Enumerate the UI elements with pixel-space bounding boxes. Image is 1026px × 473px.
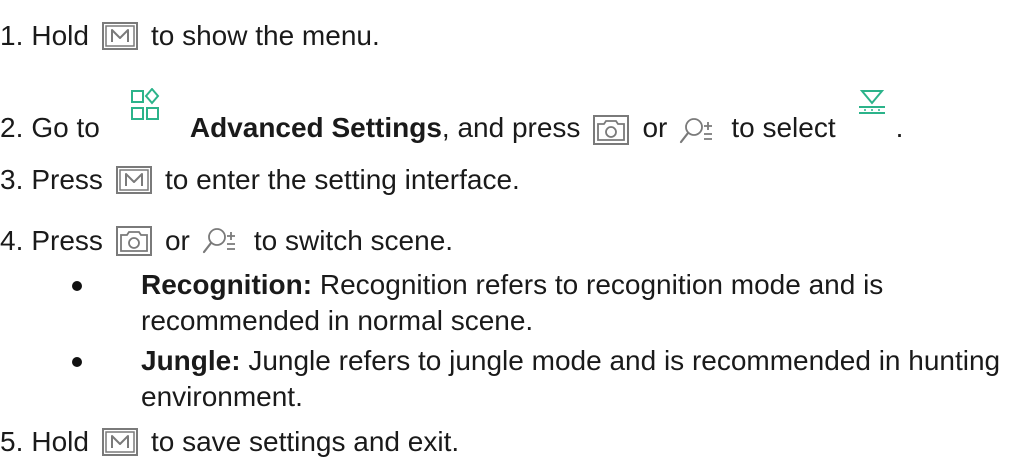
step-4: 4. Press or to switch scene. <box>0 223 453 259</box>
step-text: Press <box>31 225 103 256</box>
bullet-text: Jungle: Jungle refers to jungle mode and… <box>141 343 1011 415</box>
step-1: 1. Hold to show the menu. <box>0 18 380 54</box>
bullet-dot <box>72 281 82 291</box>
camera-key-icon <box>592 114 630 146</box>
advanced-settings-label: Advanced Settings <box>189 112 442 143</box>
step-text: Hold <box>31 20 89 51</box>
step-text: to select <box>731 112 836 143</box>
step-number: 5. <box>0 426 24 457</box>
step-number: 4. <box>0 225 24 256</box>
advanced-settings-icon <box>130 88 160 122</box>
m-key-icon <box>101 21 139 51</box>
step-text: Go to <box>31 112 100 143</box>
m-key-icon <box>101 427 139 457</box>
step-text: . <box>895 112 904 143</box>
step-text: Press <box>31 164 103 195</box>
bullet-text: Recognition: Recognition refers to recog… <box>141 267 1011 339</box>
scene-icon <box>856 88 888 118</box>
step-text: to save settings and exit. <box>150 426 460 457</box>
camera-key-icon <box>115 225 153 257</box>
zoom-key-icon <box>679 116 719 146</box>
step-text: to enter the setting interface. <box>164 164 520 195</box>
step-text: to show the menu. <box>150 20 380 51</box>
step-text: or <box>642 112 668 143</box>
step-number: 1. <box>0 20 24 51</box>
bullet-jungle: Jungle: Jungle refers to jungle mode and… <box>0 344 1026 416</box>
step-2: 2. Go to Advanced Settings , and press o… <box>0 88 903 146</box>
step-3: 3. Press to enter the setting interface. <box>0 162 520 198</box>
step-5: 5. Hold to save settings and exit. <box>0 424 459 460</box>
m-key-icon <box>115 165 153 195</box>
bullet-term: Recognition: <box>141 269 313 300</box>
step-text: to switch scene. <box>253 225 454 256</box>
step-number: 3. <box>0 164 24 195</box>
bullet-description: Jungle refers to jungle mode and is reco… <box>141 345 1001 412</box>
bullet-term: Jungle: <box>141 345 241 376</box>
step-number: 2. <box>0 112 24 143</box>
bullet-recognition: Recognition: Recognition refers to recog… <box>0 268 1026 340</box>
zoom-key-icon <box>202 226 242 256</box>
step-text: , and press <box>441 112 581 143</box>
step-text: or <box>164 225 190 256</box>
step-text: Hold <box>31 426 89 457</box>
bullet-dot <box>72 357 82 367</box>
